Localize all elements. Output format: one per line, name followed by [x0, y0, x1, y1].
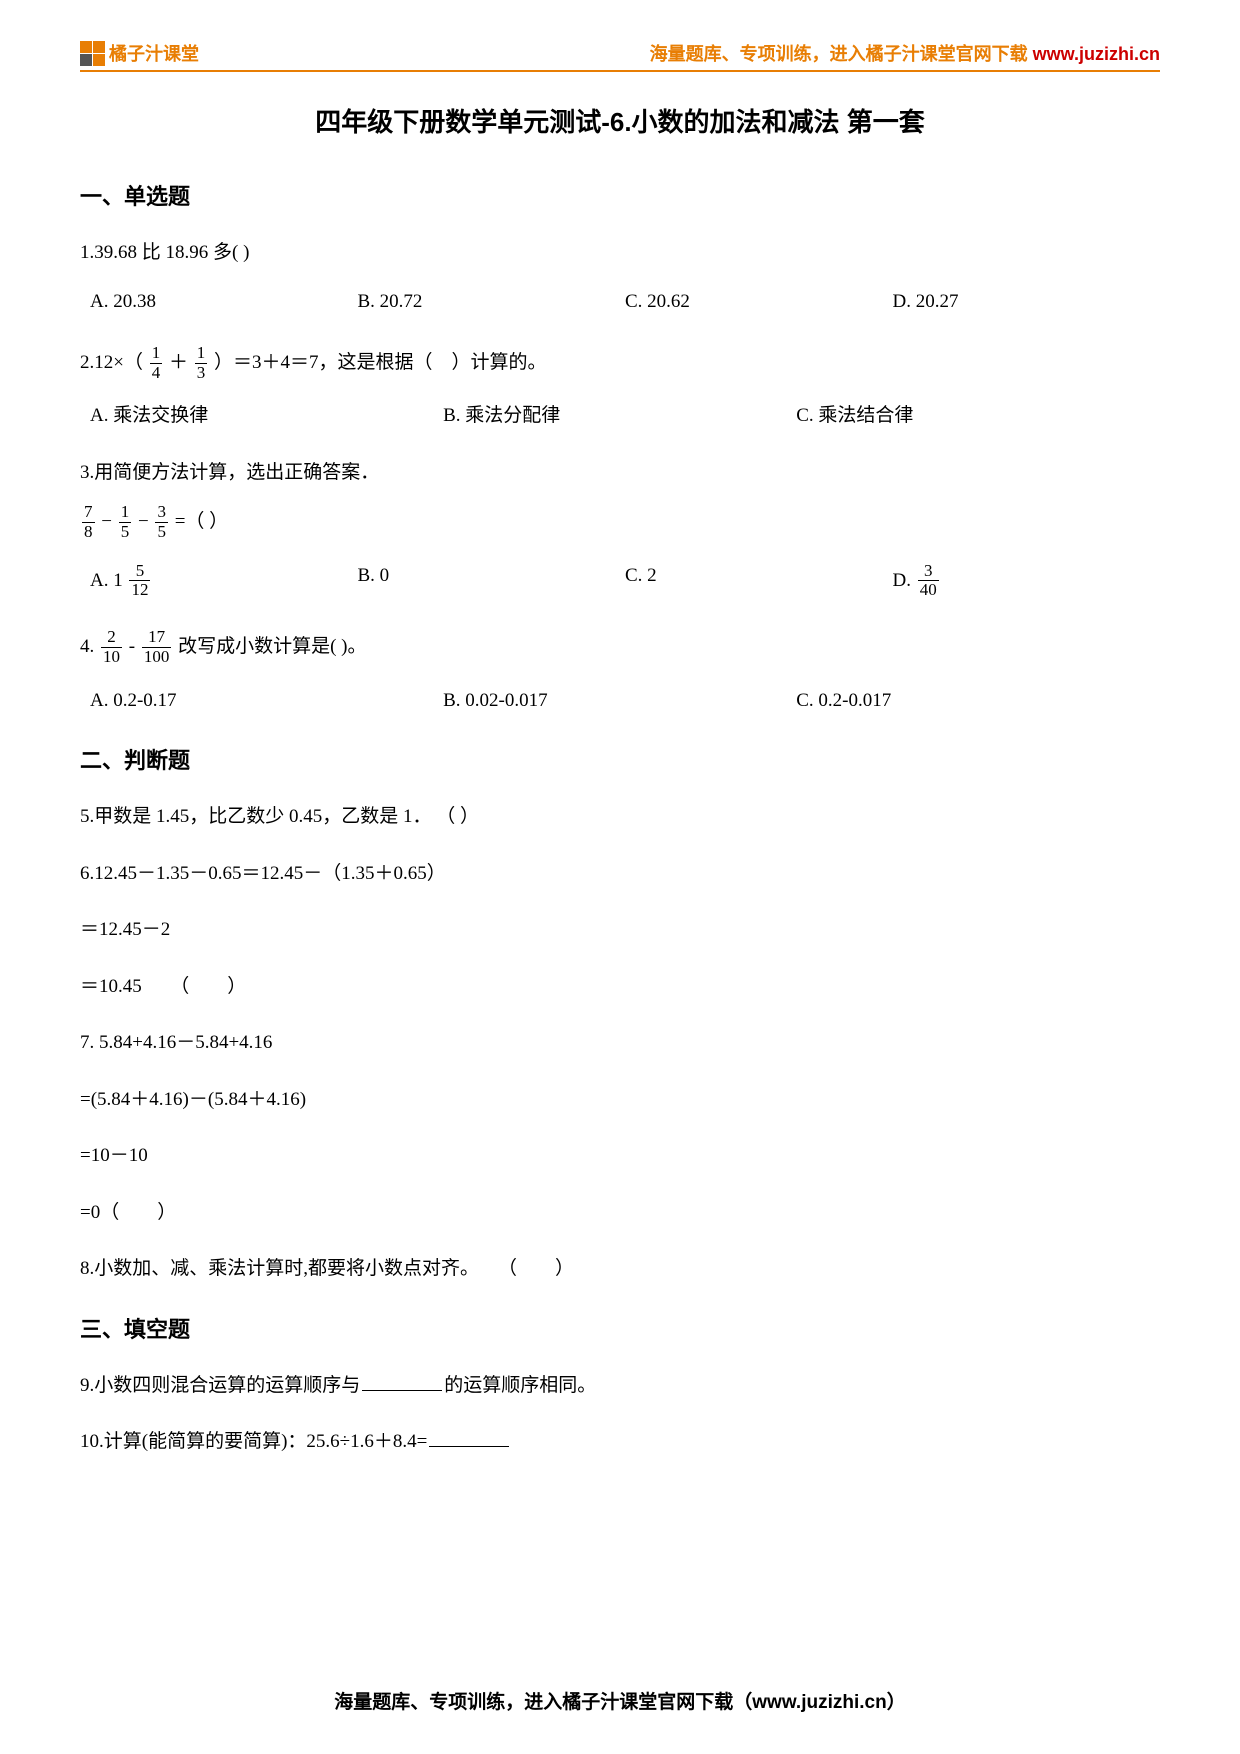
fraction-icon: 2 10 — [101, 628, 122, 666]
minus-sign: − — [101, 511, 116, 532]
option-d: D. 3 40 — [893, 562, 1161, 600]
question-8: 8.小数加、减、乘法计算时,都要将小数点对齐。 （ ） — [80, 1255, 1160, 1284]
page-title: 四年级下册数学单元测试-6.小数的加法和减法 第一套 — [80, 102, 1160, 139]
option-c: C. 20.62 — [625, 288, 893, 317]
logo-icon — [80, 41, 105, 66]
brand-name: 橘子汁课堂 — [109, 40, 199, 66]
fraction-icon: 3 5 — [155, 503, 168, 541]
minus-sign: − — [138, 511, 153, 532]
question-3-stem: 3.用简便方法计算，选出正确答案． — [80, 459, 1160, 488]
option-b: B. 0.02-0.017 — [443, 687, 796, 716]
header-tagline: 海量题库、专项训练，进入橘子汁课堂官网下载 www.juzizhi.cn — [650, 40, 1160, 66]
blank-input[interactable] — [362, 1389, 442, 1391]
q2-suffix: ）＝3＋4＝7，这是根据（ ）计算的。 — [214, 352, 547, 373]
equals-blank: =（ ） — [175, 511, 228, 532]
q2-prefix: 2.12×（ — [80, 352, 143, 373]
fraction-icon: 1 5 — [119, 503, 132, 541]
tagline-url: www.juzizhi.cn — [1033, 44, 1160, 64]
q10-pre: 10.计算(能简算的要简算)：25.6÷1.6＋8.4= — [80, 1431, 427, 1452]
q9-post: 的运算顺序相同。 — [444, 1375, 596, 1396]
fraction-icon: 7 8 — [82, 503, 95, 541]
tagline-text: 海量题库、专项训练，进入橘子汁课堂官网下载 — [650, 44, 1033, 64]
question-3-options: A. 1 5 12 B. 0 C. 2 D. 3 40 — [80, 562, 1160, 600]
question-9: 9.小数四则混合运算的运算顺序与 的运算顺序相同。 — [80, 1372, 1160, 1401]
question-4-options: A. 0.2-0.17 B. 0.02-0.017 C. 0.2-0.017 — [80, 687, 1160, 716]
brand-logo: 橘子汁课堂 — [80, 40, 199, 66]
question-2: 2.12×（ 1 4 ＋ 1 3 ）＝3＋4＝7，这是根据（ ）计算的。 A. … — [80, 344, 1160, 431]
section-heading-tf: 二、判断题 — [80, 743, 1160, 775]
blank-input[interactable] — [429, 1445, 509, 1447]
question-4-stem: 4. 2 10 - 17 100 改写成小数计算是( )。 — [80, 628, 1160, 666]
question-1-options: A. 20.38 B. 20.72 C. 20.62 D. 20.27 — [80, 288, 1160, 317]
option-b: B. 乘法分配律 — [443, 402, 796, 431]
option-a: A. 0.2-0.17 — [90, 687, 443, 716]
q7-line-4: =0（ ） — [80, 1199, 1160, 1228]
question-2-stem: 2.12×（ 1 4 ＋ 1 3 ）＝3＋4＝7，这是根据（ ）计算的。 — [80, 344, 1160, 382]
fraction-icon: 17 100 — [142, 628, 172, 666]
q6-line-1: 6.12.45－1.35－0.65＝12.45－（1.35＋0.65） — [80, 860, 1160, 889]
q7-line-2: =(5.84＋4.16)－(5.84＋4.16) — [80, 1086, 1160, 1115]
question-2-options: A. 乘法交换律 B. 乘法分配律 C. 乘法结合律 — [80, 402, 1160, 431]
option-b: B. 20.72 — [358, 288, 626, 317]
q7-line-1: 7. 5.84+4.16－5.84+4.16 — [80, 1029, 1160, 1058]
q4-prefix: 4. — [80, 636, 94, 657]
option-d: D. 20.27 — [893, 288, 1161, 317]
q4-suffix: 改写成小数计算是( )。 — [178, 636, 366, 657]
question-4: 4. 2 10 - 17 100 改写成小数计算是( )。 A. 0.2-0.1… — [80, 628, 1160, 715]
question-1-stem: 1.39.68 比 18.96 多( ) — [80, 239, 1160, 268]
question-6: 6.12.45－1.35－0.65＝12.45－（1.35＋0.65） ＝12.… — [80, 860, 1160, 1002]
question-10: 10.计算(能简算的要简算)：25.6÷1.6＋8.4= — [80, 1428, 1160, 1457]
question-7: 7. 5.84+4.16－5.84+4.16 =(5.84＋4.16)－(5.8… — [80, 1029, 1160, 1227]
fraction-icon: 5 12 — [129, 562, 150, 600]
option-a: A. 乘法交换律 — [90, 402, 443, 431]
fraction-icon: 1 3 — [195, 344, 208, 382]
section-heading-fb: 三、填空题 — [80, 1312, 1160, 1344]
question-5: 5.甲数是 1.45，比乙数少 0.45，乙数是 1． （ ） — [80, 803, 1160, 832]
option-c: C. 0.2-0.017 — [796, 687, 1149, 716]
page-footer: 海量题库、专项训练，进入橘子汁课堂官网下载（www.juzizhi.cn） — [0, 1687, 1240, 1714]
q7-line-3: =10－10 — [80, 1142, 1160, 1171]
q6-line-3: ＝10.45 （ ） — [80, 973, 1160, 1002]
header-divider — [80, 70, 1160, 72]
option-c: C. 2 — [625, 562, 893, 600]
question-1: 1.39.68 比 18.96 多( ) A. 20.38 B. 20.72 C… — [80, 239, 1160, 316]
page-header: 橘子汁课堂 海量题库、专项训练，进入橘子汁课堂官网下载 www.juzizhi.… — [80, 40, 1160, 66]
question-3-expression: 7 8 − 1 5 − 3 5 =（ ） — [80, 503, 1160, 541]
section-heading-mc: 一、单选题 — [80, 179, 1160, 211]
question-3: 3.用简便方法计算，选出正确答案． 7 8 − 1 5 − 3 5 =（ ） A… — [80, 459, 1160, 600]
q6-line-2: ＝12.45－2 — [80, 916, 1160, 945]
option-c: C. 乘法结合律 — [796, 402, 1149, 431]
option-a: A. 1 5 12 — [90, 562, 358, 600]
q9-pre: 9.小数四则混合运算的运算顺序与 — [80, 1375, 360, 1396]
fraction-icon: 3 40 — [918, 562, 939, 600]
minus-sign: - — [129, 636, 140, 657]
option-a: A. 20.38 — [90, 288, 358, 317]
option-b: B. 0 — [358, 562, 626, 600]
fraction-icon: 1 4 — [150, 344, 163, 382]
plus-sign: ＋ — [169, 352, 193, 373]
